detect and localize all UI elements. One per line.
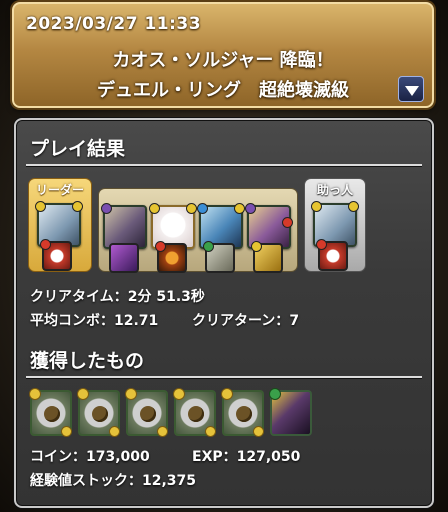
chevron-down-icon[interactable] <box>398 76 424 102</box>
exp: EXP：127,050 <box>192 446 300 466</box>
dark-dragon-icon[interactable] <box>269 388 312 436</box>
coin: コイン：173,000 <box>30 446 150 466</box>
exp-stock: 経験値ストック：12,375 <box>30 470 196 490</box>
egg-plate-icon[interactable] <box>221 388 264 437</box>
dungeon-header: 2023/03/27 11:33 カオス・ソルジャー 降臨！ デュエル・リング … <box>12 2 434 108</box>
helper-slot[interactable]: 助っ人 <box>304 178 366 272</box>
fire-creature-icon <box>155 241 187 273</box>
clear-turn-label: クリアターン： <box>192 313 290 329</box>
exp-stock-label: 経験値ストック： <box>30 473 142 489</box>
egg-plate-icon[interactable] <box>173 388 216 437</box>
clear-time-label: クリアタイム： <box>30 289 128 305</box>
clear-time-value: 2分 51.3秒 <box>127 289 205 305</box>
red-creature-icon <box>40 239 72 271</box>
obtained-title: 獲得したもの <box>30 350 145 372</box>
egg-plate-icon[interactable] <box>77 388 120 437</box>
divider <box>26 376 422 378</box>
exp-stock-value: 12,375 <box>142 473 197 489</box>
avg-combo-label: 平均コンボ： <box>30 313 114 329</box>
coin-value: 173,000 <box>86 449 150 465</box>
leader-slot[interactable]: リーダー <box>28 178 92 272</box>
play-result-title: プレイ結果 <box>30 138 126 160</box>
avg-combo-value: 12.71 <box>114 313 159 329</box>
dungeon-title: カオス・ソルジャー 降臨！ <box>112 50 334 71</box>
red-creature-icon <box>316 239 348 271</box>
exp-label: EXP： <box>192 449 237 465</box>
avg-combo: 平均コンボ：12.71 <box>30 310 158 330</box>
exp-value: 127,050 <box>236 449 301 465</box>
play-datetime: 2023/03/27 11:33 <box>26 14 202 34</box>
divider <box>26 164 422 166</box>
egg-plate-icon[interactable] <box>125 388 168 437</box>
result-panel: プレイ結果 リーダー 助っ人 クリアタイム：2分 51.3秒 平均コンボ：12.… <box>14 118 434 508</box>
golden-dragon-icon <box>251 241 283 273</box>
egg-plate-icon[interactable] <box>29 388 72 437</box>
coin-label: コイン： <box>30 449 86 465</box>
leader-label: リーダー <box>35 183 84 197</box>
helper-label: 助っ人 <box>316 183 353 197</box>
clear-turn: クリアターン：7 <box>192 310 299 330</box>
dungeon-difficulty: デュエル・リング 超絶壊滅級 <box>97 80 349 101</box>
purple-demon-icon <box>109 243 139 273</box>
sub-members <box>98 188 298 273</box>
armored-knight-icon <box>203 241 235 273</box>
clear-turn-value: 7 <box>289 313 300 329</box>
clear-time: クリアタイム：2分 51.3秒 <box>30 286 205 306</box>
